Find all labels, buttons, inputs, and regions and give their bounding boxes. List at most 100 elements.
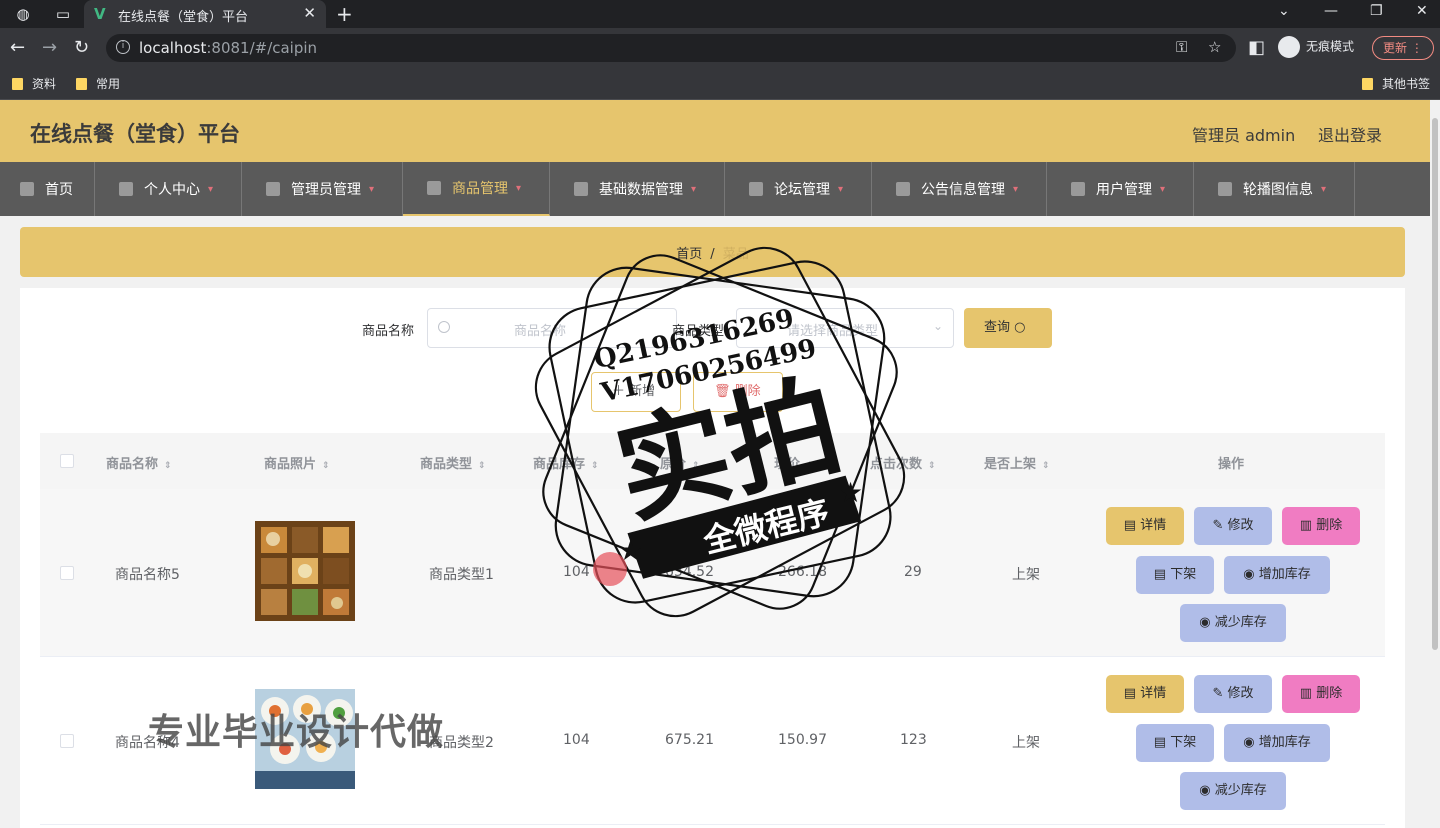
- document-icon: ▤: [1123, 686, 1137, 701]
- chevron-down-icon: ▾: [369, 183, 375, 195]
- other-bookmarks[interactable]: 其他书签: [1362, 75, 1430, 92]
- query-button[interactable]: 查询 ○: [964, 308, 1052, 348]
- column-header: 操作: [1218, 453, 1244, 472]
- nav-item-notice[interactable]: 公告信息管理 ▾: [872, 162, 1047, 216]
- cell-name: 商品名称5: [115, 567, 180, 583]
- cell-shelf: 上架: [1012, 735, 1040, 751]
- document-icon: ▤: [1123, 518, 1137, 533]
- tab-search-icon[interactable]: ▭: [54, 5, 72, 23]
- nav-item-basic-data[interactable]: 基础数据管理 ▾: [550, 162, 725, 216]
- bookmark-folder-changyong[interactable]: 常用: [76, 75, 120, 92]
- tab-list-icon[interactable]: ⌄: [1278, 3, 1290, 19]
- column-header[interactable]: 是否上架 ⇕: [984, 453, 1050, 472]
- nav-item-goods[interactable]: 商品管理 ▾: [403, 162, 550, 216]
- back-icon[interactable]: ←: [10, 37, 25, 58]
- nav-item-home[interactable]: 首页: [0, 162, 95, 216]
- detail-label: 详情: [1140, 518, 1167, 533]
- delete-button[interactable]: ▥ 删除: [1282, 507, 1360, 545]
- key-icon[interactable]: ⚿: [1176, 38, 1187, 56]
- scrollbar-thumb[interactable]: [1432, 118, 1438, 650]
- edit-button[interactable]: ✎ 修改: [1194, 675, 1272, 713]
- sort-icon[interactable]: ⇕: [478, 461, 486, 471]
- reduce-stock-button[interactable]: ◉ 减少库存: [1180, 604, 1286, 642]
- column-header[interactable]: 商品名称 ⇕: [106, 453, 172, 472]
- admin-label: 管理员 admin: [1192, 126, 1296, 145]
- delete-label: 删除: [1316, 518, 1343, 533]
- user-icon: [119, 182, 133, 196]
- chevron-down-icon: ▾: [516, 182, 522, 194]
- close-window-icon[interactable]: ✕: [1416, 3, 1428, 19]
- edit-button[interactable]: ✎ 修改: [1194, 507, 1272, 545]
- clipboard-icon: [266, 182, 280, 196]
- nav-item-admin[interactable]: 管理员管理 ▾: [242, 162, 403, 216]
- sort-icon[interactable]: ⇕: [928, 461, 936, 471]
- new-tab-icon[interactable]: +: [336, 2, 353, 26]
- add-stock-button[interactable]: ◉ 增加库存: [1224, 724, 1330, 762]
- tab-title: 在线点餐（堂食）平台: [118, 10, 249, 25]
- page-scrollbar[interactable]: [1430, 100, 1440, 820]
- cell-current-price: 150.97: [778, 732, 827, 748]
- chart-icon: [574, 182, 588, 196]
- chevron-down-icon: ⌄: [932, 319, 943, 333]
- column-header[interactable]: 商品类型 ⇕: [420, 453, 486, 472]
- reduce-stock-label: 减少库存: [1214, 615, 1267, 630]
- watermark-stamp: Q2196316269 V17060256499 实拍 全微程序 ★ ★: [534, 246, 906, 618]
- folder-icon: [76, 78, 87, 90]
- close-tab-icon[interactable]: ✕: [303, 4, 316, 22]
- row-checkbox[interactable]: [60, 734, 74, 748]
- document-icon: ▤: [1153, 735, 1167, 750]
- pin-icon: ◉: [1199, 615, 1211, 630]
- home-icon: [20, 182, 34, 196]
- column-label: 商品照片: [264, 457, 317, 472]
- sidebar-icon[interactable]: ◧: [1248, 37, 1265, 58]
- column-label: 是否上架: [984, 457, 1037, 472]
- nav-item-carousel[interactable]: 轮播图信息 ▾: [1194, 162, 1355, 216]
- forward-icon[interactable]: →: [42, 37, 57, 58]
- nav-item-users[interactable]: 用户管理 ▾: [1047, 162, 1194, 216]
- sort-icon[interactable]: ⇕: [164, 461, 172, 471]
- url-bar[interactable]: i localhost:8081/#/caipin ⚿ ☆: [106, 34, 1236, 62]
- url-text[interactable]: localhost:8081/#/caipin: [139, 39, 317, 57]
- add-stock-label: 增加库存: [1258, 567, 1311, 582]
- incognito-avatar-icon: [1278, 36, 1300, 58]
- nav-item-profile[interactable]: 个人中心 ▾: [95, 162, 242, 216]
- delete-button[interactable]: ▥ 删除: [1282, 675, 1360, 713]
- row-checkbox[interactable]: [60, 566, 74, 580]
- browser-tab[interactable]: V 在线点餐（堂食）平台 ✕: [84, 0, 326, 28]
- globe-icon[interactable]: ◍: [14, 5, 32, 23]
- detail-button[interactable]: ▤ 详情: [1106, 675, 1184, 713]
- app-title: 在线点餐（堂食）平台: [30, 122, 240, 146]
- reload-icon[interactable]: ↻: [74, 37, 89, 58]
- offshelf-button[interactable]: ▤ 下架: [1136, 556, 1214, 594]
- bookmark-star-icon[interactable]: ☆: [1208, 38, 1221, 56]
- nav-label: 商品管理: [452, 181, 508, 197]
- sort-icon[interactable]: ⇕: [1042, 461, 1050, 471]
- nav-item-forum[interactable]: 论坛管理 ▾: [725, 162, 872, 216]
- top-nav: 首页 个人中心 ▾ 管理员管理 ▾ 商品管理 ▾ 基础数据管理 ▾ 论坛管理 ▾ 公告信息…: [0, 162, 1430, 216]
- minimize-icon[interactable]: —: [1324, 3, 1338, 19]
- add-stock-button[interactable]: ◉ 增加库存: [1224, 556, 1330, 594]
- image-icon: [1218, 182, 1232, 196]
- offshelf-button[interactable]: ▤ 下架: [1136, 724, 1214, 762]
- select-all-checkbox[interactable]: [60, 454, 74, 468]
- pin-icon: ◉: [1243, 567, 1255, 582]
- column-label: 商品类型: [420, 457, 473, 472]
- nav-label: 轮播图信息: [1243, 182, 1313, 198]
- bookmark-label: 其他书签: [1382, 77, 1431, 91]
- detail-button[interactable]: ▤ 详情: [1106, 507, 1184, 545]
- add-stock-label: 增加库存: [1258, 735, 1311, 750]
- list-icon: [896, 182, 910, 196]
- reduce-stock-button[interactable]: ◉ 减少库存: [1180, 772, 1286, 810]
- bookmark-label: 资料: [32, 77, 57, 91]
- column-header[interactable]: 商品照片 ⇕: [264, 453, 330, 472]
- incognito-indicator[interactable]: 无痕模式: [1278, 36, 1354, 58]
- sort-icon[interactable]: ⇕: [322, 461, 330, 471]
- nav-label: 论坛管理: [774, 182, 830, 198]
- edit-label: 修改: [1227, 518, 1254, 533]
- trash-icon: ▥: [1299, 686, 1313, 701]
- update-button[interactable]: 更新 ⋮: [1372, 36, 1434, 60]
- logout-link[interactable]: 退出登录: [1318, 122, 1382, 146]
- bookmark-folder-ziliao[interactable]: 资料: [12, 75, 56, 92]
- restore-icon[interactable]: ❐: [1370, 3, 1383, 19]
- site-info-icon[interactable]: i: [116, 40, 130, 54]
